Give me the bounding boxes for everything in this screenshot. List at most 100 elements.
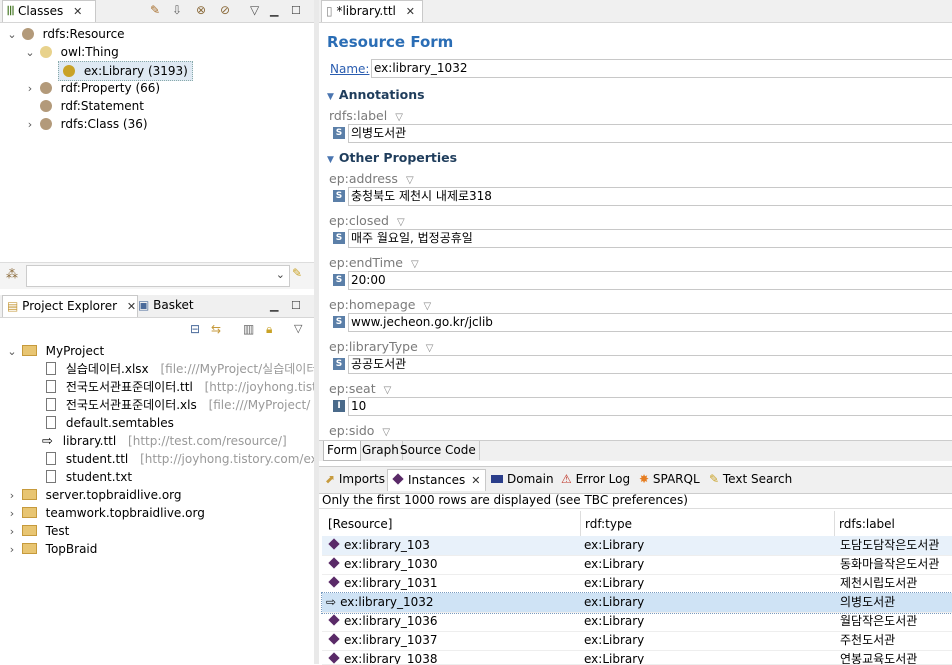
tree-row-project[interactable]: › TopBraid [6, 540, 98, 559]
table-row[interactable]: ex:library_1037 ex:Library 주천도서관 [322, 631, 952, 651]
dropdown-icon[interactable]: ▽ [426, 343, 434, 354]
chevron-right-icon[interactable]: › [6, 523, 18, 541]
tree-row-file[interactable]: 전국도서관표준데이터.ttl [http://joyhong.tist [46, 378, 314, 396]
value-field[interactable]: www.jecheon.go.kr/jclib [348, 313, 952, 332]
value-field[interactable]: 매주 월요일, 법정공휴일 [348, 229, 952, 248]
tree-row-file[interactable]: student.txt [46, 468, 132, 486]
table-row[interactable]: ex:library_1030 ex:Library 동화마을작은도서관 [322, 555, 952, 575]
maximize-icon[interactable]: ☐ [291, 299, 301, 312]
chevron-right-icon[interactable]: › [6, 541, 18, 559]
dropdown-icon[interactable]: ▽ [395, 112, 403, 123]
instance-icon [328, 633, 340, 645]
property-librarytype[interactable]: ep:libraryType ▽ [329, 339, 433, 354]
column-header-resource[interactable]: [Resource] [328, 511, 392, 537]
tab-instances[interactable]: Instances ✕ [387, 469, 486, 491]
dropdown-icon[interactable]: ▽ [411, 259, 419, 270]
search-go-icon[interactable]: ✎ [292, 266, 302, 280]
triangle-down-icon: ▼ [327, 155, 334, 165]
dropdown-icon[interactable]: ▽ [382, 427, 390, 438]
chevron-right-icon[interactable]: › [24, 116, 36, 134]
chevron-down-icon[interactable]: ⌄ [6, 26, 18, 44]
tree-row-myproject[interactable]: ⌄ MyProject [6, 342, 104, 360]
chevron-right-icon[interactable]: › [6, 487, 18, 505]
tree-row-resource[interactable]: ⌄ rdfs:Resource [6, 25, 124, 44]
filter-icon[interactable]: ▥ [243, 322, 254, 336]
name-link[interactable]: Name: [330, 62, 369, 76]
tab-classes[interactable]: ꔖ Classes ✕ [2, 0, 96, 22]
delete-class-icon[interactable]: ⊗ [196, 3, 206, 17]
table-row-selected[interactable]: ⇨ ex:library_1032 ex:Library 의병도서관 [321, 592, 952, 614]
close-icon[interactable]: ✕ [406, 5, 415, 18]
property-endtime[interactable]: ep:endTime ▽ [329, 255, 419, 270]
tab-imports[interactable]: ⬈ Imports [321, 469, 389, 490]
table-row[interactable]: ex:library_1036 ex:Library 월담작은도서관 [322, 612, 952, 632]
value-field[interactable]: 20:00 [348, 271, 952, 290]
dropdown-icon[interactable]: ▽ [406, 175, 414, 186]
tab-error-log[interactable]: ⚠ Error Log [557, 469, 634, 490]
tab-domain[interactable]: Domain [487, 469, 558, 490]
add-class-icon[interactable]: ✎ [150, 3, 160, 17]
tree-row-project[interactable]: › Test [6, 522, 70, 541]
hide-icon[interactable]: ⊘ [220, 3, 230, 17]
close-icon[interactable]: ✕ [73, 5, 82, 18]
table-row[interactable]: ex:library_103 ex:Library 도담도담작은도서관 [322, 536, 952, 556]
minimize-icon[interactable]: ▁ [270, 4, 278, 17]
table-row[interactable]: ex:library_1038 ex:Library 연봉교육도서관 [322, 650, 952, 665]
column-header-label[interactable]: rdfs:label [834, 511, 895, 537]
collapse-all-icon[interactable]: ⊟ [190, 322, 200, 336]
tab-form[interactable]: Form [323, 441, 362, 461]
tab-library-ttl[interactable]: ▯ *library.ttl ✕ [321, 0, 423, 22]
maximize-icon[interactable]: ☐ [291, 4, 301, 17]
tab-sparql[interactable]: ✸ SPARQL [635, 469, 704, 490]
tree-row-file[interactable]: student.ttl [http://joyhong.tistory.com/… [46, 450, 314, 468]
value-field[interactable]: 10 [348, 397, 952, 416]
tree-row-library-ttl[interactable]: ⇨ library.ttl [http://test.com/resource/… [42, 432, 287, 450]
tree-row-file[interactable]: 전국도서관표준데이터.xls [file:///MyProject/ [46, 396, 310, 414]
property-seat[interactable]: ep:seat ▽ [329, 381, 391, 396]
name-field[interactable]: ex:library_1032 [371, 59, 952, 78]
tree-row-statement[interactable]: rdf:Statement [24, 97, 144, 115]
tab-source-code[interactable]: Source Code [397, 441, 480, 460]
explorer-tabbar: ▤ Project Explorer ✕ ▣ Basket ▁ ☐ [0, 295, 314, 318]
tree-row-thing[interactable]: ⌄ owl:Thing [24, 43, 118, 62]
chevron-right-icon[interactable]: › [24, 80, 36, 98]
tree-row-file[interactable]: default.semtables [46, 414, 174, 432]
value-field[interactable]: 의병도서관 [348, 124, 952, 143]
lock-icon[interactable]: 🔒︎ [266, 322, 272, 337]
dropdown-icon[interactable]: ▽ [424, 301, 432, 312]
chevron-down-icon[interactable]: ⌄ [276, 268, 285, 281]
explorer-toolbar: ⊟ ⇆ ▥ 🔒︎ ▽ [0, 318, 314, 342]
tab-basket[interactable]: ▣ Basket [134, 295, 200, 316]
column-header-type[interactable]: rdf:type [580, 511, 632, 537]
table-row[interactable]: ex:library_1031 ex:Library 제천시립도서관 [322, 574, 952, 594]
close-icon[interactable]: ✕ [471, 474, 480, 487]
property-rdfs-label[interactable]: rdfs:label ▽ [329, 108, 403, 123]
tab-text-search[interactable]: ✎ Text Search [705, 469, 796, 490]
chevron-right-icon[interactable]: › [6, 505, 18, 523]
tree-row-file[interactable]: 실습데이터.xlsx [file:///MyProject/실습데이터 [46, 360, 314, 378]
tree-row-project[interactable]: › server.topbraidlive.org [6, 486, 182, 504]
property-homepage[interactable]: ep:homepage ▽ [329, 297, 431, 312]
tab-project-explorer[interactable]: ▤ Project Explorer ✕ [2, 295, 138, 317]
value-field[interactable]: 충청북도 제천시 내제로318 [348, 187, 952, 206]
property-address[interactable]: ep:address ▽ [329, 171, 414, 186]
tree-row-project[interactable]: › teamwork.topbraidlive.org [6, 504, 205, 522]
dropdown-icon[interactable]: ▽ [384, 385, 392, 396]
annotations-section[interactable]: ▼ Annotations [327, 87, 425, 102]
property-sido[interactable]: ep:sido ▽ [329, 423, 390, 438]
view-menu-icon[interactable]: ▽ [250, 3, 259, 17]
add-subclass-icon[interactable]: ⇩ [172, 3, 182, 17]
tree-row-library[interactable]: ex:Library (3193) [58, 61, 193, 81]
link-editor-icon[interactable]: ⇆ [211, 322, 221, 336]
property-closed[interactable]: ep:closed ▽ [329, 213, 405, 228]
class-search-input[interactable]: ⌄ [26, 265, 290, 287]
minimize-icon[interactable]: ▁ [270, 299, 278, 312]
tree-row-class[interactable]: › rdfs:Class (36) [24, 115, 148, 133]
tree-row-property[interactable]: › rdf:Property (66) [24, 79, 160, 97]
dropdown-icon[interactable]: ▽ [397, 217, 405, 228]
view-menu-icon[interactable]: ▽ [294, 322, 302, 335]
chevron-down-icon[interactable]: ⌄ [24, 44, 36, 62]
chevron-down-icon[interactable]: ⌄ [6, 343, 18, 361]
value-field[interactable]: 공공도서관 [348, 355, 952, 374]
other-properties-section[interactable]: ▼ Other Properties [327, 150, 457, 165]
